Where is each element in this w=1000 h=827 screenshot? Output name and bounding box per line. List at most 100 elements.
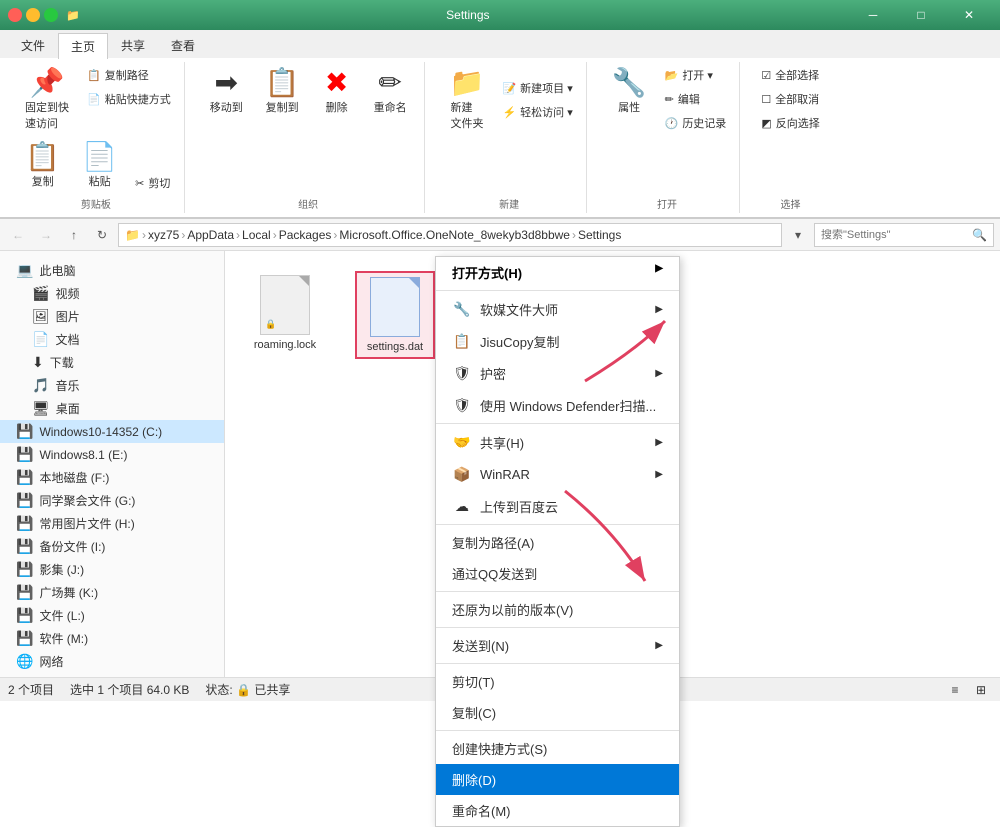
ctx-open-with[interactable]: 打开方式(H) ▶ [436,257,679,288]
up-button[interactable]: ↑ [62,223,86,247]
ctx-winrar[interactable]: 📦 WinRAR ▶ [436,458,679,490]
ctx-baidu-icon: ☁ [452,496,472,516]
sidebar-item-local-f[interactable]: 💾 本地磁盘 (F:) [0,466,224,489]
easy-access-button[interactable]: ⚡ 轻松访问 ▾ [497,101,577,123]
copy-to-button[interactable]: 📋 复制到 [256,64,309,120]
ctx-cut[interactable]: 剪切(T) [436,666,679,697]
ctx-baidu[interactable]: ☁ 上传到百度云 [436,490,679,522]
ctx-softmei[interactable]: 🔧 软媒文件大师 ▶ [436,293,679,325]
minimize-button[interactable]: ─ [850,0,896,30]
history-label: 历史记录 [682,115,726,131]
titlebar: 📁 Settings ─ □ ✕ [0,0,1000,30]
ctx-qq-send[interactable]: 通过QQ发送到 [436,558,679,589]
deselect-all-button[interactable]: ☐ 全部取消 [756,88,824,110]
ctx-open-with-label: 打开方式(H) [452,263,522,282]
sidebar-item-pictures[interactable]: 🖼 图片 [0,305,224,328]
sidebar-item-disk-j[interactable]: 💾 影集 (J:) [0,558,224,581]
downloads-label: 下载 [50,354,74,371]
ctx-create-shortcut-label: 创建快捷方式(S) [452,739,547,758]
paste-shortcut-button[interactable]: 📄 粘贴快捷方式 [82,88,176,110]
ctx-defender[interactable]: 🛡 使用 Windows Defender扫描... [436,389,679,421]
ctx-create-shortcut[interactable]: 创建快捷方式(S) [436,733,679,764]
sidebar-item-win10[interactable]: 💾 Windows10-14352 (C:) [0,420,224,443]
ctx-restore-version[interactable]: 还原为以前的版本(V) [436,594,679,625]
folder-icon: 📁 [66,9,80,22]
new-item-button[interactable]: 📝 新建项目 ▾ [497,77,577,99]
maximize-button[interactable]: □ [898,0,944,30]
history-button[interactable]: 🕐 历史记录 [660,112,732,134]
back-button[interactable]: ← [6,223,30,247]
sidebar-item-disk-k[interactable]: 💾 广场舞 (K:) [0,581,224,604]
ctx-qq-send-label: 通过QQ发送到 [452,564,537,583]
sidebar-item-win8[interactable]: 💾 Windows8.1 (E:) [0,443,224,466]
move-to-button[interactable]: ➡ 移动到 [201,64,252,120]
invert-select-button[interactable]: ◩ 反向选择 [756,112,824,134]
min-dot[interactable] [26,8,40,22]
delete-icon: ✖ [325,69,348,97]
sidebar: 💻 此电脑 🎬 视频 🖼 图片 📄 文档 ⬇ 下载 🎵 音乐 [0,251,225,677]
sidebar-item-desktop[interactable]: 🖥 桌面 [0,397,224,420]
file-item-roaming-lock[interactable]: 🔒 roaming.lock [245,271,325,355]
copy-path-button[interactable]: 📋 复制路径 [82,64,176,86]
paste-button[interactable]: 📄 粘贴 [73,138,126,194]
sidebar-item-disk-l[interactable]: 💾 文件 (L:) [0,604,224,627]
view-icons-button[interactable]: ⊞ [970,679,992,701]
select-all-button[interactable]: ☑ 全部选择 [756,64,824,86]
max-dot[interactable] [44,8,58,22]
ctx-copypath[interactable]: 复制为路径(A) [436,527,679,558]
delete-button[interactable]: ✖ 删除 [313,64,361,120]
ctx-divider-5 [436,663,679,664]
network-label: 网络 [39,653,63,670]
cut-button[interactable]: ✂ 剪切 [130,172,175,194]
address-path[interactable]: 📁 › xyz75 › AppData › Local › Packages ›… [118,223,782,247]
ctx-rename[interactable]: 重命名(M) [436,795,679,826]
disk-k-label: 广场舞 (K:) [39,584,98,601]
ctx-share[interactable]: 🤝 共享(H) ▶ [436,426,679,458]
disk-j-icon: 💾 [16,561,33,578]
tab-view[interactable]: 查看 [158,32,208,58]
ctx-copy[interactable]: 复制(C) [436,697,679,728]
sidebar-item-disk-h[interactable]: 💾 常用图片文件 (H:) [0,512,224,535]
open-button[interactable]: 📂 打开 ▾ [660,64,732,86]
sidebar-item-downloads[interactable]: ⬇ 下载 [0,351,224,374]
sidebar-item-network[interactable]: 🌐 网络 [0,650,224,673]
properties-button[interactable]: 🔧 属性 [603,64,656,134]
pictures-icon: 🖼 [32,308,50,325]
file-item-settings-dat[interactable]: settings.dat [355,271,435,359]
sidebar-item-video[interactable]: 🎬 视频 [0,282,224,305]
ctx-defender-label: 使用 Windows Defender扫描... [480,396,656,415]
ctx-send-to[interactable]: 发送到(N) ▶ [436,630,679,661]
ctx-jisucopy[interactable]: 📋 JisuCopy复制 [436,325,679,357]
sidebar-item-disk-g[interactable]: 💾 同学聚会文件 (G:) [0,489,224,512]
sidebar-item-disk-m[interactable]: 💾 软件 (M:) [0,627,224,650]
forward-button[interactable]: → [34,223,58,247]
refresh-button[interactable]: ↻ [90,223,114,247]
copy-to-icon: 📋 [265,69,300,97]
tab-file[interactable]: 文件 [8,32,58,58]
organize-label: 组织 [298,194,318,211]
sidebar-item-disk-i[interactable]: 💾 备份文件 (I:) [0,535,224,558]
search-input[interactable] [821,229,972,241]
tab-home[interactable]: 主页 [58,33,108,59]
view-details-button[interactable]: ≡ [944,679,966,701]
copy-button[interactable]: 📋 复制 [16,138,69,194]
sidebar-item-music[interactable]: 🎵 音乐 [0,374,224,397]
sidebar-item-thispc[interactable]: 💻 此电脑 [0,259,224,282]
rename-button[interactable]: ✏ 重命名 [365,64,416,120]
sidebar-item-documents[interactable]: 📄 文档 [0,328,224,351]
music-icon: 🎵 [32,377,49,394]
pin-button[interactable]: 📌 固定到快速访问 [16,64,78,136]
edit-button[interactable]: ✏ 编辑 [660,88,732,110]
new-folder-button[interactable]: 📁 新建文件夹 [441,64,494,136]
dropdown-button[interactable]: ▾ [786,223,810,247]
tab-share[interactable]: 共享 [108,32,158,58]
video-label: 视频 [55,285,79,302]
ctx-delete[interactable]: 删除(D) [436,764,679,795]
open-icon: 📂 [665,69,679,82]
search-box[interactable]: 🔍 [814,223,994,247]
path-segment: 📁 [125,228,140,242]
ctx-guard[interactable]: 🛡 护密 ▶ [436,357,679,389]
close-dot[interactable] [8,8,22,22]
close-button[interactable]: ✕ [946,0,992,30]
clipboard-label: 剪贴板 [81,194,111,211]
